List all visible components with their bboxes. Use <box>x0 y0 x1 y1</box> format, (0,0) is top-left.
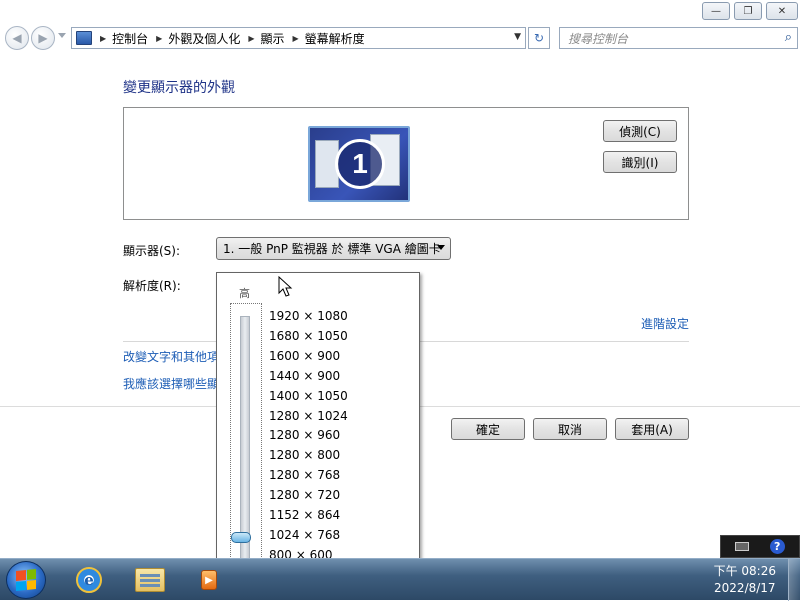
chevron-right-icon: ▶ <box>292 33 299 43</box>
start-button[interactable] <box>6 561 46 599</box>
search-input[interactable]: 搜尋控制台 ⌕ <box>559 27 798 49</box>
breadcrumb-appearance[interactable]: 外觀及個人化 <box>168 30 240 47</box>
resolution-option[interactable]: 1280 × 800 <box>269 448 340 462</box>
resolution-option[interactable]: 1400 × 1050 <box>269 389 348 403</box>
back-button[interactable]: ◀ <box>5 26 29 50</box>
resolution-option[interactable]: 1440 × 900 <box>269 369 340 383</box>
resolution-option[interactable]: 1024 × 768 <box>269 528 340 542</box>
forward-button[interactable]: ▶ <box>31 26 55 50</box>
resolution-option[interactable]: 1600 × 900 <box>269 349 340 363</box>
taskbar-internet-explorer[interactable]: e <box>72 564 106 596</box>
cancel-button[interactable]: 取消 <box>533 418 607 440</box>
address-dropdown-icon[interactable]: ▼ <box>514 32 521 42</box>
breadcrumb-item[interactable]: ▶ 外觀及個人化 <box>148 30 240 47</box>
resolution-option[interactable]: 1152 × 864 <box>269 508 340 522</box>
keyboard-icon[interactable] <box>735 542 750 551</box>
forward-arrow-icon: ▶ <box>38 31 48 45</box>
back-arrow-icon: ◀ <box>12 31 22 45</box>
resolution-option[interactable]: 1680 × 1050 <box>269 329 348 343</box>
maximize-icon: ❐ <box>743 5 753 17</box>
page-title: 變更顯示器的外觀 <box>123 80 235 96</box>
taskbar: e ▶ 下午 08:26 2022/8/17 <box>0 558 800 601</box>
resolution-option[interactable]: 1280 × 768 <box>269 468 340 482</box>
high-label: 高 <box>239 287 250 300</box>
maximize-button[interactable]: ❐ <box>734 2 762 20</box>
taskbar-media-player[interactable]: ▶ <box>192 564 226 596</box>
search-placeholder: 搜尋控制台 <box>568 31 629 46</box>
breadcrumb-control-panel[interactable]: 控制台 <box>112 30 148 47</box>
detect-button[interactable]: 偵測(C) <box>603 120 677 142</box>
chevron-right-icon: ▶ <box>156 33 163 43</box>
system-clock[interactable]: 下午 08:26 2022/8/17 <box>714 563 776 597</box>
monitor-icon[interactable]: 1 <box>308 126 410 202</box>
breadcrumb-item[interactable]: ▶ 顯示 <box>240 30 284 47</box>
breadcrumb-item[interactable]: ▶ 螢幕解析度 <box>285 30 365 47</box>
search-icon[interactable]: ⌕ <box>785 30 792 45</box>
minimize-button[interactable]: — <box>702 2 730 20</box>
clock-time: 下午 08:26 <box>713 564 776 578</box>
monitor-number: 1 <box>335 139 385 189</box>
breadcrumb-item[interactable]: ▶ 控制台 <box>92 30 148 47</box>
display-select-value: 1. 一般 PnP 監視器 於 標準 VGA 繪圖卡 <box>223 242 441 256</box>
media-player-icon: ▶ <box>201 570 217 590</box>
close-icon: ✕ <box>777 5 787 17</box>
language-bar: ? <box>720 535 800 558</box>
clock-date: 2022/8/17 <box>714 581 776 595</box>
breadcrumb-display[interactable]: 顯示 <box>261 30 285 47</box>
resolution-option[interactable]: 1920 × 1080 <box>269 309 348 323</box>
resolution-label: 解析度(R): <box>123 279 181 293</box>
chevron-right-icon: ▶ <box>248 33 255 43</box>
navigation-bar: ◀ ▶ ▶ 控制台 ▶ 外觀及個人化 ▶ 顯示 ▶ 螢幕解析度 ▼ ↻ 搜尋控制台 ⌕ <box>0 22 800 54</box>
address-bar[interactable]: ▶ 控制台 ▶ 外觀及個人化 ▶ 顯示 ▶ 螢幕解析度 ▼ <box>71 27 526 49</box>
show-desktop-button[interactable] <box>788 559 800 601</box>
internet-explorer-icon: e <box>76 567 102 593</box>
text-size-link[interactable]: 改變文字和其他項 <box>123 348 219 365</box>
identify-button[interactable]: 識別(I) <box>603 151 677 173</box>
which-settings-link[interactable]: 我應該選擇哪些顯 <box>123 375 219 392</box>
title-bar: — ❐ ✕ <box>0 0 800 22</box>
monitor-preview-panel: 1 偵測(C) 識別(I) <box>123 107 689 220</box>
resolution-option[interactable]: 1280 × 1024 <box>269 409 348 423</box>
display-select[interactable]: 1. 一般 PnP 監視器 於 標準 VGA 繪圖卡 <box>216 237 451 260</box>
refresh-icon: ↻ <box>533 31 545 45</box>
resolution-option[interactable]: 1280 × 720 <box>269 488 340 502</box>
chevron-down-icon <box>437 245 445 250</box>
resolution-dropdown: 高 1920 × 1080 1680 × 1050 1600 × 900 1440 ×… <box>216 272 420 594</box>
folder-icon <box>135 568 165 592</box>
control-panel-icon <box>76 31 92 45</box>
slider-track[interactable] <box>240 316 250 564</box>
breadcrumb-screen-resolution[interactable]: 螢幕解析度 <box>305 30 365 47</box>
advanced-settings-link[interactable]: 進階設定 <box>641 315 689 332</box>
minimize-icon: — <box>711 5 721 17</box>
help-icon[interactable]: ? <box>769 539 785 554</box>
chevron-right-icon: ▶ <box>100 33 107 43</box>
resolution-slider[interactable] <box>230 303 262 571</box>
mouse-cursor-icon <box>278 276 293 297</box>
refresh-button[interactable]: ↻ <box>528 27 550 49</box>
resolution-option[interactable]: 1280 × 960 <box>269 428 340 442</box>
display-label: 顯示器(S): <box>123 244 181 258</box>
slider-thumb[interactable] <box>231 531 251 543</box>
windows-logo-icon <box>16 568 36 592</box>
taskbar-file-explorer[interactable] <box>133 564 167 596</box>
close-button[interactable]: ✕ <box>766 2 798 20</box>
ok-button[interactable]: 確定 <box>451 418 525 440</box>
recent-pages-dropdown-icon[interactable] <box>58 33 66 38</box>
apply-button[interactable]: 套用(A) <box>615 418 689 440</box>
